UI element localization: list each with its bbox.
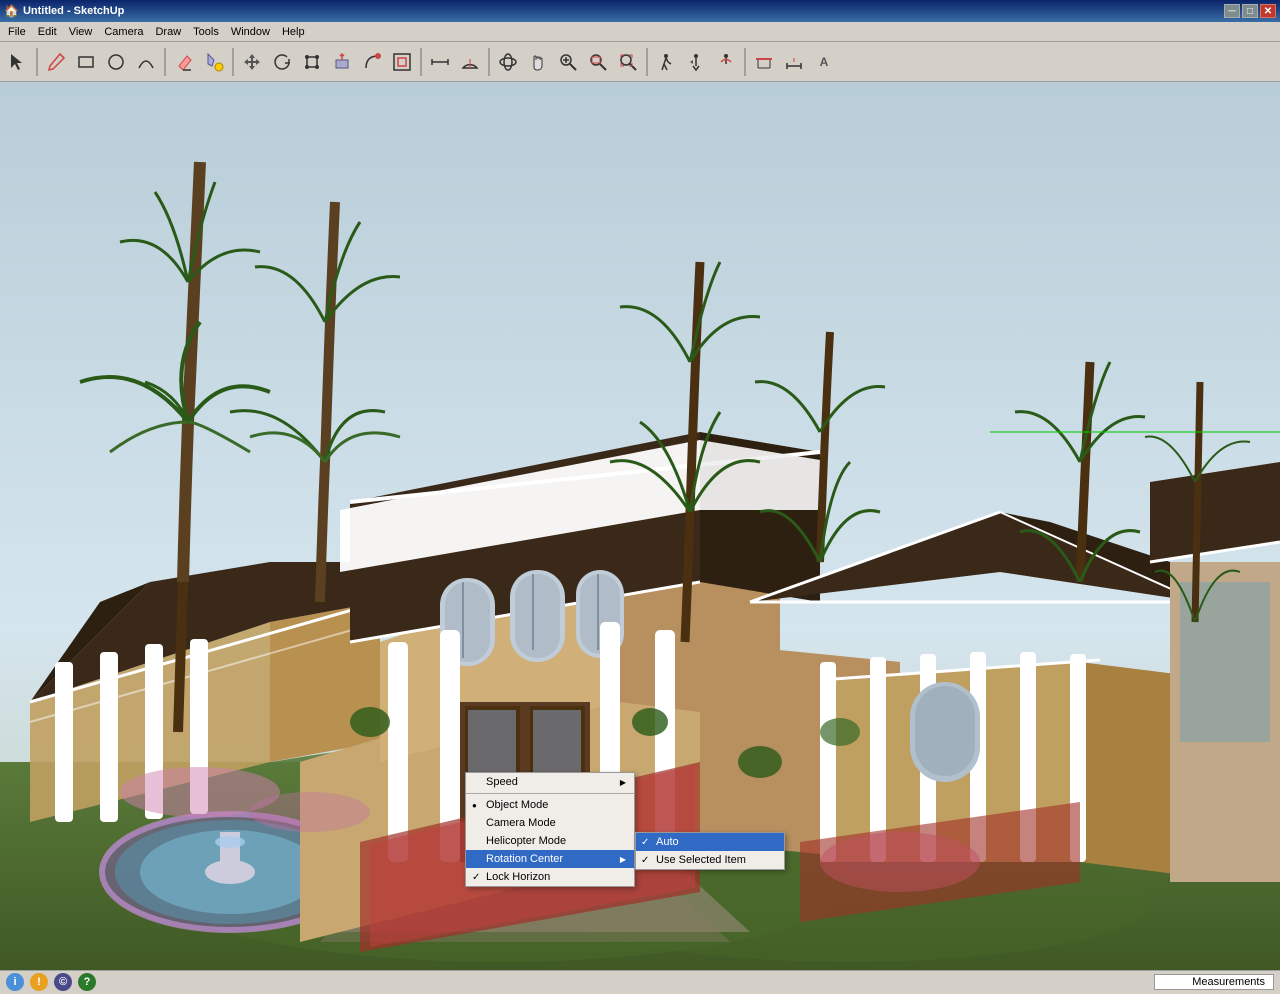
titlebar: 🏠 Untitled - SketchUp ─ □ ✕ xyxy=(0,0,1280,22)
canvas-area[interactable]: Speed ▶ ● Object Mode Camera Mode Helico… xyxy=(0,82,1280,992)
dimensions-tool[interactable] xyxy=(780,48,808,76)
menu-tools[interactable]: Tools xyxy=(187,24,225,40)
auto-check: ✓ xyxy=(641,837,649,848)
context-speed-label: Speed xyxy=(486,776,518,788)
context-lock-horizon[interactable]: ✓ Lock Horizon xyxy=(466,868,634,886)
statusbar: i ! © ? Measurements xyxy=(0,970,1280,992)
scale-tool[interactable] xyxy=(298,48,326,76)
zoom-window-tool[interactable] xyxy=(584,48,612,76)
rotation-center-submenu: ✓ Auto ✓ Use Selected Item xyxy=(635,832,785,870)
context-helicopter-mode[interactable]: Helicopter Mode xyxy=(466,832,634,850)
titlebar-controls: ─ □ ✕ xyxy=(1224,4,1276,18)
toolbar-sep-5 xyxy=(488,48,490,76)
menu-camera[interactable]: Camera xyxy=(98,24,149,40)
maximize-button[interactable]: □ xyxy=(1242,4,1258,18)
context-rotation-center-label: Rotation Center xyxy=(486,853,563,865)
rotate-tool[interactable] xyxy=(268,48,296,76)
context-lock-horizon-label: Lock Horizon xyxy=(486,871,550,883)
lock-horizon-check: ✓ xyxy=(472,872,480,883)
pan-tool[interactable] xyxy=(524,48,552,76)
context-speed-arrow: ▶ xyxy=(620,778,626,787)
orbit-tool[interactable] xyxy=(494,48,522,76)
menu-window[interactable]: Window xyxy=(225,24,276,40)
circle-tool[interactable] xyxy=(102,48,130,76)
toolbar-sep-3 xyxy=(232,48,234,76)
status-help-icon[interactable]: ? xyxy=(78,973,96,991)
context-helicopter-mode-label: Helicopter Mode xyxy=(486,835,566,847)
push-pull-tool[interactable] xyxy=(328,48,356,76)
rectangle-tool[interactable] xyxy=(72,48,100,76)
submenu-auto-label: Auto xyxy=(656,836,679,848)
use-selected-check: ✓ xyxy=(641,855,649,866)
zoom-tool[interactable] xyxy=(554,48,582,76)
context-object-mode[interactable]: ● Object Mode xyxy=(466,796,634,814)
menu-edit[interactable]: Edit xyxy=(32,24,63,40)
object-mode-bullet: ● xyxy=(472,801,477,810)
look-around-tool[interactable] xyxy=(712,48,740,76)
pencil-tool[interactable] xyxy=(42,48,70,76)
context-speed[interactable]: Speed ▶ xyxy=(466,773,634,791)
measurements-label: Measurements xyxy=(1192,976,1265,988)
select-tool[interactable] xyxy=(4,48,32,76)
toolbar: A xyxy=(0,42,1280,82)
context-camera-mode[interactable]: Camera Mode xyxy=(466,814,634,832)
submenu-auto[interactable]: ✓ Auto xyxy=(636,833,784,851)
context-object-mode-label: Object Mode xyxy=(486,799,548,811)
window-title: Untitled - SketchUp xyxy=(23,5,124,17)
menu-help[interactable]: Help xyxy=(276,24,311,40)
walk-tool[interactable] xyxy=(652,48,680,76)
status-warning-icon[interactable]: ! xyxy=(30,973,48,991)
status-copyright-icon[interactable]: © xyxy=(54,973,72,991)
protractor-tool[interactable] xyxy=(456,48,484,76)
context-separator xyxy=(466,793,634,794)
eraser-tool[interactable] xyxy=(170,48,198,76)
menu-file[interactable]: File xyxy=(2,24,32,40)
paint-bucket-tool[interactable] xyxy=(200,48,228,76)
submenu-use-selected-label: Use Selected Item xyxy=(656,854,746,866)
statusbar-icons: i ! © ? xyxy=(6,973,96,991)
titlebar-left: 🏠 Untitled - SketchUp xyxy=(4,4,124,18)
toolbar-sep-1 xyxy=(36,48,38,76)
position-camera-tool[interactable] xyxy=(682,48,710,76)
move-tool[interactable] xyxy=(238,48,266,76)
arc-tool[interactable] xyxy=(132,48,160,76)
context-camera-mode-label: Camera Mode xyxy=(486,817,556,829)
context-rotation-center[interactable]: Rotation Center ▶ xyxy=(466,850,634,868)
toolbar-sep-4 xyxy=(420,48,422,76)
status-info-icon[interactable]: i xyxy=(6,973,24,991)
minimize-button[interactable]: ─ xyxy=(1224,4,1240,18)
menu-draw[interactable]: Draw xyxy=(149,24,187,40)
toolbar-sep-2 xyxy=(164,48,166,76)
toolbar-sep-6 xyxy=(646,48,648,76)
offset-tool[interactable] xyxy=(388,48,416,76)
submenu-use-selected[interactable]: ✓ Use Selected Item xyxy=(636,851,784,869)
measurements-display: Measurements xyxy=(1154,974,1274,990)
app-icon: 🏠 xyxy=(4,4,19,18)
menu-view[interactable]: View xyxy=(63,24,99,40)
section-plane-tool[interactable] xyxy=(750,48,778,76)
tape-measure-tool[interactable] xyxy=(426,48,454,76)
follow-me-tool[interactable] xyxy=(358,48,386,76)
close-button[interactable]: ✕ xyxy=(1260,4,1276,18)
toolbar-sep-7 xyxy=(744,48,746,76)
context-menu: Speed ▶ ● Object Mode Camera Mode Helico… xyxy=(465,772,635,887)
menubar: File Edit View Camera Draw Tools Window … xyxy=(0,22,1280,42)
context-rotation-center-arrow: ▶ xyxy=(620,855,626,864)
3d-text-tool[interactable]: A xyxy=(810,48,838,76)
zoom-extents-tool[interactable] xyxy=(614,48,642,76)
